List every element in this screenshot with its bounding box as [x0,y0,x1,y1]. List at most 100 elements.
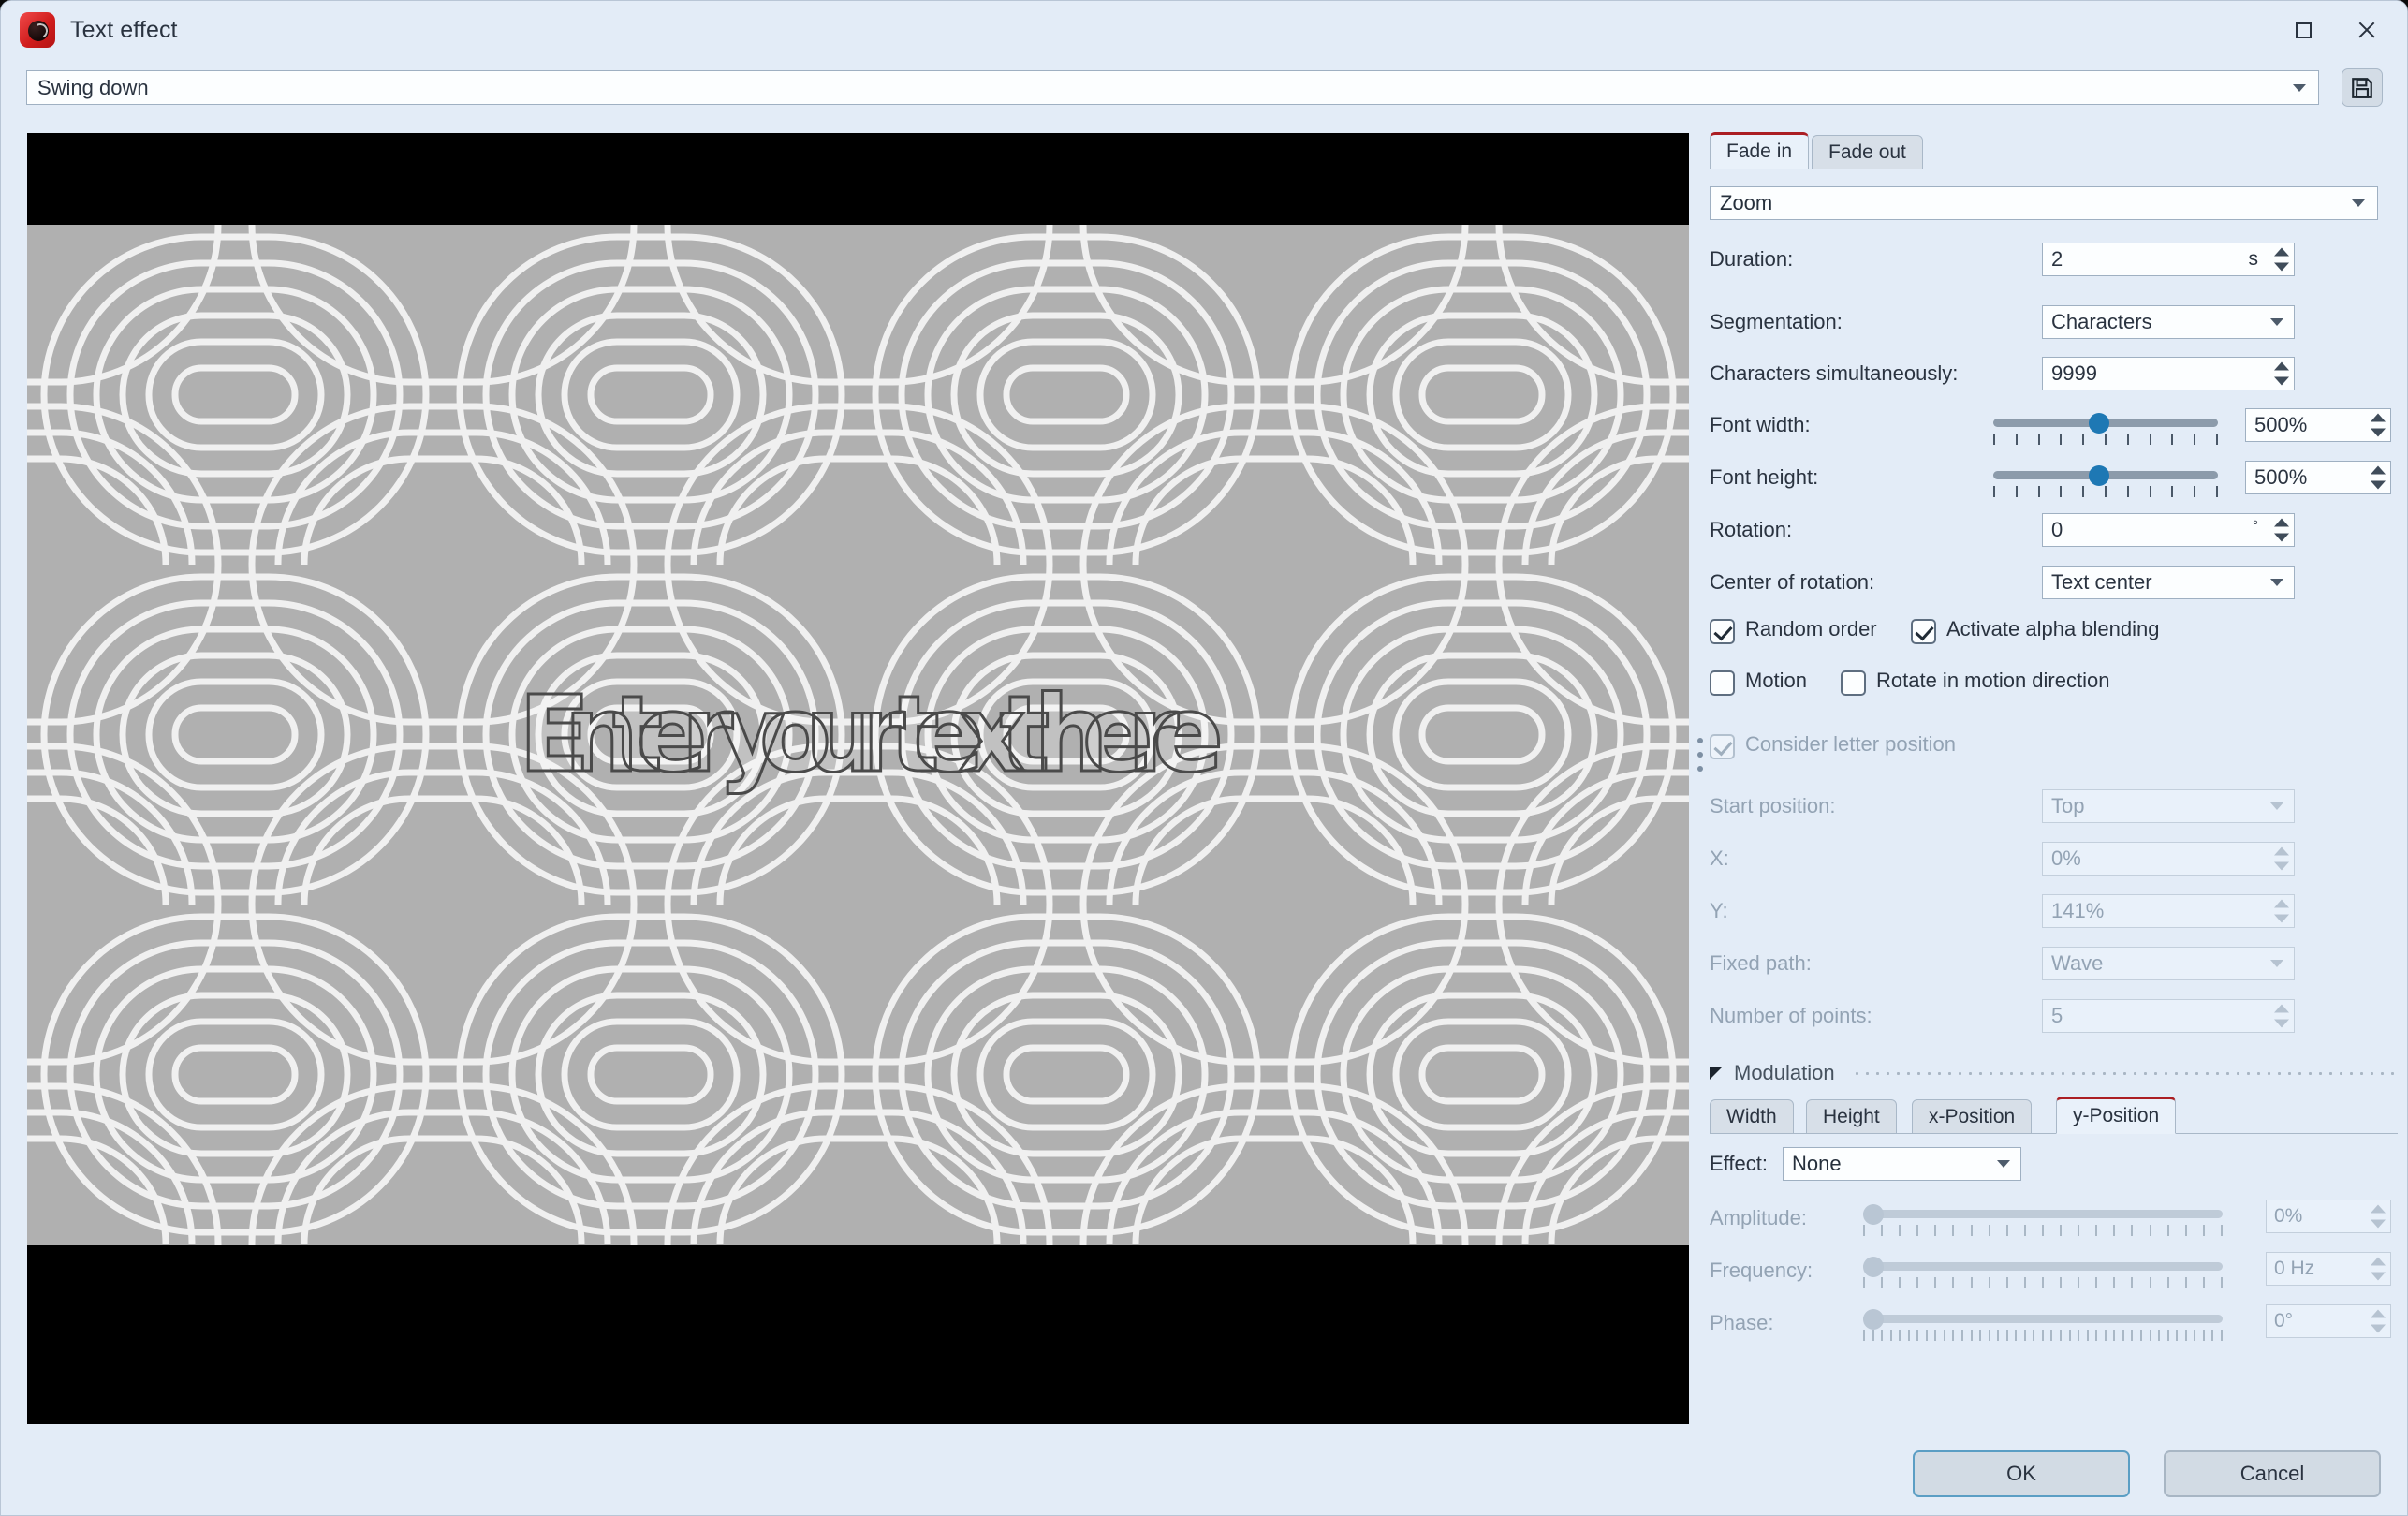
characters-simultaneously-label: Characters simultaneously: [1710,361,1959,385]
amplitude-input[interactable]: 0% [2266,1200,2391,1233]
characters-simultaneously-input[interactable]: 9999 [2042,357,2295,390]
ok-button[interactable]: OK [1913,1450,2130,1497]
modulation-section-header[interactable]: Modulation [1710,1059,2398,1087]
tab-y-position[interactable]: y-Position [2056,1097,2177,1134]
row-y: Y: 141% [1710,894,2398,928]
tab-fade-in-label: Fade in [1726,140,1793,162]
panel-splitter[interactable] [1696,713,1705,797]
save-preset-button[interactable] [2342,68,2383,107]
chevron-down-icon [2293,83,2306,92]
duration-input[interactable]: 2 s [2042,243,2295,276]
frequency-input[interactable]: 0 Hz [2266,1252,2391,1286]
font-height-stepper[interactable] [2371,465,2386,490]
preview-area[interactable]: Enter your text here [27,133,1689,1424]
center-of-rotation-select[interactable]: Text center [2042,566,2295,599]
x-value: 0% [2051,846,2081,870]
motion-label: Motion [1745,669,1808,692]
number-of-points-input[interactable]: 5 [2042,999,2295,1033]
amplitude-value: 0% [2274,1205,2303,1227]
rotate-in-motion-direction-checkbox[interactable] [1841,670,1866,696]
phase-slider-thumb [1863,1309,1884,1330]
tab-width[interactable]: Width [1710,1099,1794,1134]
modulation-tabs: Width Height x-Position y-Position [1710,1093,2398,1134]
tab-fade-out[interactable]: Fade out [1812,135,1923,169]
fixed-path-select[interactable]: Wave [2042,947,2295,980]
section-divider [1851,1071,2396,1075]
fade-tabs: Fade in Fade out [1710,132,2398,169]
row-modulation-effect: Effect: None [1710,1147,2398,1181]
frequency-stepper[interactable] [2371,1257,2386,1281]
effect-type-value: Zoom [1720,191,1773,214]
number-of-points-value: 5 [2051,1004,2063,1027]
chevron-down-icon [1997,1160,2010,1168]
tab-height[interactable]: Height [1806,1099,1897,1134]
row-checkboxes-1: Random order Activate alpha blending [1710,616,2398,648]
row-font-width: Font width: 500% [1710,408,2398,445]
text-effect-dialog: Text effect Swing down Enter your text h… [0,0,2408,1516]
tab-x-position[interactable]: x-Position [1912,1099,2033,1134]
number-of-points-stepper[interactable] [2274,1004,2289,1028]
effect-type-select[interactable]: Zoom [1710,186,2378,220]
rotation-input[interactable]: 0 ° [2042,513,2295,547]
phase-label: Phase: [1710,1311,1774,1334]
chevron-down-icon [2352,199,2365,207]
maximize-button[interactable] [2274,1,2332,59]
cancel-button[interactable]: Cancel [2164,1450,2381,1497]
modulation-effect-label: Effect: [1710,1152,1768,1175]
phase-input[interactable]: 0° [2266,1304,2391,1338]
title-bar: Text effect [1,1,2407,59]
center-of-rotation-label: Center of rotation: [1710,570,1875,594]
motion-checkbox[interactable] [1710,670,1735,696]
close-button[interactable] [2338,1,2396,59]
start-position-select[interactable]: Top [2042,789,2295,823]
activate-alpha-blending-checkbox[interactable] [1911,619,1936,644]
amplitude-slider-thumb [1863,1204,1884,1225]
y-label: Y: [1710,899,1728,922]
row-segmentation: Segmentation: Characters [1710,305,2398,339]
x-input[interactable]: 0% [2042,842,2295,876]
font-width-value: 500% [2254,413,2308,436]
fixed-path-label: Fixed path: [1710,951,1812,975]
tab-fade-out-label: Fade out [1828,140,1906,163]
random-order-checkbox[interactable] [1710,619,1735,644]
tab-fade-in[interactable]: Fade in [1710,132,1810,169]
x-stepper[interactable] [2274,846,2289,871]
start-position-label: Start position: [1710,794,1836,817]
chevron-down-icon [2270,318,2283,326]
phase-value: 0° [2274,1310,2294,1332]
tab-height-label: Height [1823,1105,1880,1127]
fixed-path-value: Wave [2051,951,2104,975]
rotation-value: 0 [2051,518,2063,541]
frequency-label: Frequency: [1710,1258,1813,1282]
close-icon [2357,20,2377,40]
duration-value: 2 [2051,247,2063,271]
font-width-stepper[interactable] [2371,413,2386,437]
segmentation-label: Segmentation: [1710,310,1843,333]
row-x: X: 0% [1710,842,2398,876]
duration-stepper[interactable] [2274,247,2289,272]
preset-select[interactable]: Swing down [26,70,2319,105]
consider-letter-position-checkbox[interactable] [1710,734,1735,759]
frequency-value: 0 Hz [2274,1258,2315,1279]
preview-canvas: Enter your text here [27,225,1689,1245]
center-of-rotation-value: Text center [2051,570,2152,594]
tab-x-position-label: x-Position [1929,1105,2016,1127]
font-height-input[interactable]: 500% [2245,461,2391,494]
font-width-input[interactable]: 500% [2245,408,2391,442]
phase-stepper[interactable] [2371,1309,2386,1333]
amplitude-label: Amplitude: [1710,1206,1807,1229]
y-input[interactable]: 141% [2042,894,2295,928]
consider-letter-position-label: Consider letter position [1745,732,1957,756]
triangle-collapse-icon [1710,1067,1723,1080]
settings-panel: Fade in Fade out Zoom Duration: 2 s Segm… [1710,132,2398,1406]
characters-simultaneously-stepper[interactable] [2274,361,2289,386]
rotation-stepper[interactable] [2274,518,2289,542]
row-rotation: Rotation: 0 ° [1710,513,2398,547]
segmentation-select[interactable]: Characters [2042,305,2295,339]
duration-label: Duration: [1710,247,1794,271]
amplitude-stepper[interactable] [2371,1204,2386,1229]
modulation-effect-select[interactable]: None [1783,1147,2021,1181]
tab-width-label: Width [1726,1105,1777,1127]
y-stepper[interactable] [2274,899,2289,923]
row-fixed-path: Fixed path: Wave [1710,947,2398,980]
